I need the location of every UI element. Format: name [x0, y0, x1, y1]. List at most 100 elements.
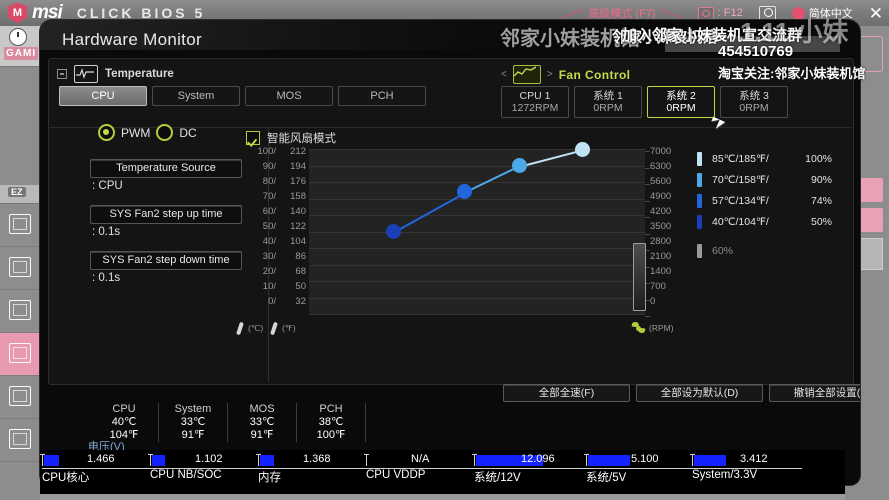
- temperature-source-button[interactable]: Temperature Source: [90, 159, 242, 178]
- fan-button-sys3[interactable]: 系统 3 0RPM: [720, 86, 788, 118]
- gridline: [309, 232, 645, 233]
- fan-graph-icon: [513, 65, 541, 84]
- y-tick: 80/176: [240, 174, 306, 189]
- axis-unit-celsius: (℃): [238, 322, 263, 335]
- tab-system[interactable]: System: [152, 86, 240, 106]
- voltage-name: 系统/12V: [474, 469, 521, 485]
- step-up-time-button[interactable]: SYS Fan2 step up time: [90, 205, 242, 224]
- rpm-tick: 2800: [650, 234, 692, 249]
- legend-row: 85℃/185℉/100%: [697, 148, 832, 169]
- fan-curve-slider[interactable]: [633, 243, 646, 311]
- fan-mode-radio-group: PWM DC: [98, 124, 197, 141]
- curve-point[interactable]: [575, 142, 590, 157]
- tab-pch[interactable]: PCH: [338, 86, 426, 106]
- sidebar-item-mflash[interactable]: [0, 290, 40, 333]
- voltage-name: 系统/5V: [586, 469, 626, 485]
- all-default-button[interactable]: 全部设为默认(D): [636, 384, 763, 402]
- sidebar-item-settings[interactable]: [0, 204, 40, 247]
- curve-point[interactable]: [512, 158, 527, 173]
- sidebar-ez-mode[interactable]: EZ: [0, 185, 40, 204]
- undo-all-button[interactable]: 撤销全部设置(C): [769, 384, 860, 402]
- fan-rpm: 0RPM: [666, 102, 695, 114]
- fan-curve-plot[interactable]: [309, 149, 645, 314]
- close-button[interactable]: ✕: [869, 5, 883, 22]
- fan-icon: [632, 322, 645, 334]
- step-up-time-value: : 0.1s: [92, 226, 120, 238]
- gridline: [309, 149, 645, 150]
- dc-label: DC: [179, 126, 196, 140]
- ez-label: EZ: [8, 187, 26, 197]
- voltage-cell: 1.466CPU核心: [42, 450, 150, 494]
- advanced-mode-button[interactable]: 高级模式 (F7): [562, 5, 681, 21]
- all-full-speed-button[interactable]: 全部全速(F): [503, 384, 630, 402]
- screenshot-button[interactable]: : F12: [698, 7, 743, 20]
- legend-row: 70℃/158℉/90%: [697, 169, 832, 190]
- fan-button-sys2[interactable]: 系统 2 0RPM: [647, 86, 715, 118]
- axis-unit-rpm: (RPM): [632, 322, 674, 334]
- tab-cpu[interactable]: CPU: [59, 86, 147, 106]
- bios-sidebar: GAMI EZ: [0, 26, 40, 500]
- y-tick: 60/140: [240, 204, 306, 219]
- rpm-tick: 6300: [650, 159, 692, 174]
- voltage-fill: [588, 455, 630, 466]
- y-tick: 30/86: [240, 249, 306, 264]
- prev-arrow-icon[interactable]: <: [501, 69, 507, 80]
- gridline: [309, 215, 645, 216]
- y-tick: 90/194: [240, 159, 306, 174]
- legend-label: 60%: [712, 245, 792, 257]
- thermometer-icon: [238, 322, 244, 335]
- curve-point[interactable]: [386, 224, 401, 239]
- collapse-icon[interactable]: [57, 69, 67, 79]
- curve-point[interactable]: [457, 184, 472, 199]
- legend-swatch: [697, 244, 702, 258]
- voltage-cell: 3.412System/3.3V: [692, 450, 807, 494]
- readout-celsius: 33℃: [230, 416, 294, 429]
- legend-swatch: [697, 194, 702, 208]
- voltage-name: 内存: [258, 469, 281, 485]
- legend-swatch: [697, 215, 702, 229]
- gridline: [309, 265, 645, 266]
- sidebar-item-board-explorer[interactable]: [0, 376, 40, 419]
- voltage-value: 1.102: [195, 453, 223, 465]
- fan-button-sys1[interactable]: 系统 1 0RPM: [574, 86, 642, 118]
- rpm-tick: 7000: [650, 144, 692, 159]
- voltage-tick: [42, 454, 43, 466]
- chart-y-axis-labels: 100/212 90/194 80/176 70/158 60/140 50/1…: [240, 144, 306, 309]
- overclocking-icon: [9, 257, 31, 277]
- settings-icon: [9, 214, 31, 234]
- voltage-tick: [692, 454, 693, 466]
- step-down-time-button[interactable]: SYS Fan2 step down time: [90, 251, 242, 270]
- hardware-monitor-dialog: Hardware Monitor Temperature CPU System …: [40, 20, 860, 485]
- camera-icon: [698, 7, 714, 20]
- pwm-label: PWM: [121, 126, 150, 140]
- sidebar-item-overclocking[interactable]: [0, 247, 40, 290]
- rpm-tick-mark: [645, 316, 650, 317]
- gridline: [309, 182, 645, 183]
- voltage-tick: [258, 454, 259, 466]
- fan-name: CPU 1: [520, 90, 551, 102]
- legend-row: 57℃/134℉/74%: [697, 190, 832, 211]
- rpm-tick: 5600: [650, 174, 692, 189]
- next-arrow-icon[interactable]: >: [547, 69, 553, 80]
- y-tick: 10/50: [240, 279, 306, 294]
- msi-shield-icon: M: [8, 3, 27, 24]
- fan-name: 系统 1: [593, 90, 623, 102]
- pwm-radio[interactable]: [98, 124, 115, 141]
- watermark-big: 1.11 小妹: [740, 12, 848, 49]
- tab-mos[interactable]: MOS: [245, 86, 333, 106]
- clock-icon: [9, 28, 27, 46]
- rpm-tick: 4900: [650, 189, 692, 204]
- sidebar-item-favorites[interactable]: [0, 419, 40, 462]
- voltage-cell: 5.100系统/5V: [586, 450, 692, 494]
- thermometer-icon: [272, 322, 278, 335]
- fan-control-header: < > Fan Control: [501, 65, 630, 84]
- favorites-icon: [9, 429, 31, 449]
- page-title: Hardware Monitor: [62, 30, 202, 50]
- fan-button-cpu1[interactable]: CPU 1 1272RPM: [501, 86, 569, 118]
- gridline: [309, 199, 645, 200]
- dc-radio[interactable]: [156, 124, 173, 141]
- legend-label: 40℃/104℉/: [712, 216, 792, 228]
- chart-rpm-axis-labels: 7000630056004900420035002800210014007000: [650, 144, 692, 309]
- readout-name: System: [161, 403, 225, 416]
- sidebar-item-hardware-monitor[interactable]: [0, 333, 40, 376]
